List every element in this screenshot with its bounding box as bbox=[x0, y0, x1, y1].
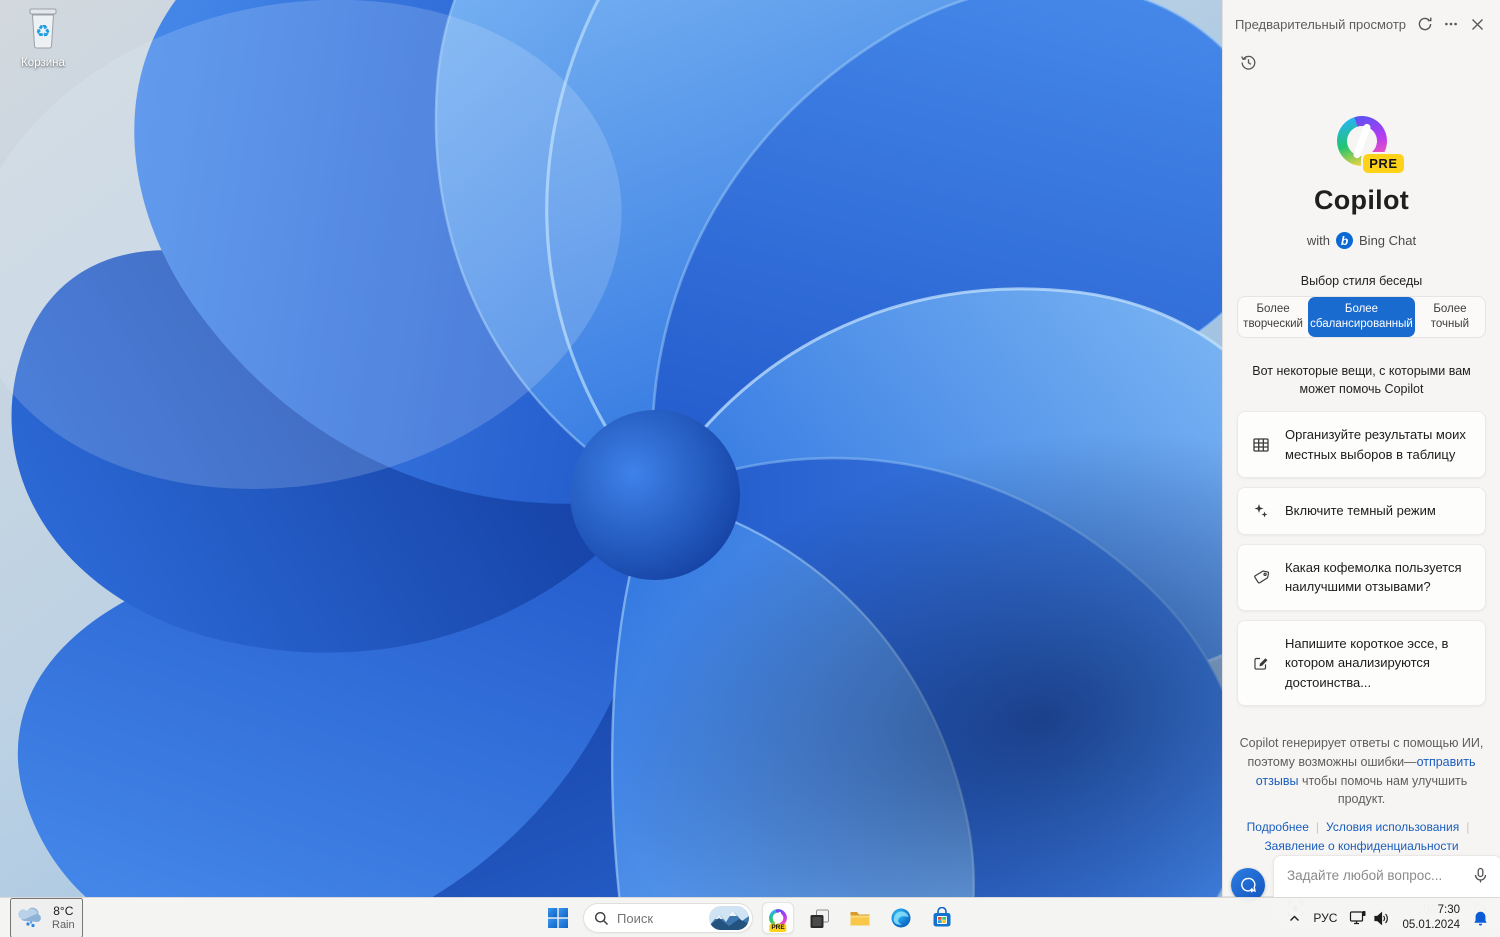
chat-plus-icon bbox=[1240, 877, 1256, 893]
disclaimer-line2: поэтому возможны ошибки— bbox=[1247, 754, 1417, 769]
copilot-brand: PRE Copilot with b Bing Chat bbox=[1223, 113, 1500, 249]
privacy-statement-link[interactable]: Заявление о конфиденциальности bbox=[1264, 839, 1458, 853]
network-volume-group[interactable] bbox=[1344, 902, 1395, 934]
disclaimer-line3: чтобы помочь нам улучшить продукт. bbox=[1301, 773, 1468, 807]
suggestion-text: Организуйте результаты моих местных выбо… bbox=[1285, 427, 1466, 462]
learn-more-link[interactable]: Подробнее bbox=[1247, 820, 1309, 834]
copilot-pre-badge: PRE bbox=[769, 923, 787, 932]
with-label: with bbox=[1306, 233, 1331, 248]
volume-icon bbox=[1374, 911, 1389, 925]
link-separator: | bbox=[1315, 820, 1320, 835]
search-placeholder: Поиск bbox=[617, 910, 654, 926]
table-icon bbox=[1253, 437, 1269, 452]
clock-widget[interactable]: 7:30 05.01.2024 bbox=[1397, 902, 1465, 934]
taskbar: 8°C Rain Поиск PRE РУС 7:30 05.01.2024 bbox=[0, 897, 1500, 937]
copilot-panel: Предварительный просмотр PRE Copilot wit… bbox=[1222, 0, 1500, 929]
sparkles-icon bbox=[1254, 503, 1268, 518]
suggestion-text: Напишите короткое эссе, в котором анализ… bbox=[1285, 635, 1449, 690]
with-bing-chat: with b Bing Chat bbox=[1223, 232, 1500, 249]
weather-text: 8°C Rain bbox=[52, 903, 75, 931]
weather-temp: 8°C bbox=[53, 903, 74, 918]
close-panel-button[interactable] bbox=[1464, 11, 1490, 37]
intro-text: Вот некоторые вещи, с которыми вам может… bbox=[1252, 363, 1471, 396]
taskbar-center: Поиск PRE bbox=[542, 898, 958, 937]
bing-chat-label: Bing Chat bbox=[1359, 233, 1417, 248]
recycle-bin-label: Корзина bbox=[21, 57, 65, 69]
footer-links: Подробнее | Условия использования | Заявлени… bbox=[1231, 818, 1492, 855]
taskbar-search[interactable]: Поиск bbox=[583, 903, 753, 933]
style-balanced-button[interactable]: Более сбалансированный bbox=[1308, 297, 1415, 337]
windows-start-icon bbox=[548, 908, 568, 928]
task-view-button[interactable] bbox=[803, 902, 835, 934]
microsoft-store-button[interactable] bbox=[926, 902, 958, 934]
time-label: 7:30 bbox=[1437, 904, 1460, 917]
suggestion-card-reviews[interactable]: Какая кофемолка пользуется наилучшими от… bbox=[1237, 543, 1486, 611]
weather-condition: Rain bbox=[52, 918, 75, 931]
suggestion-text: Включите темный режим bbox=[1285, 503, 1436, 519]
clock-text: 7:30 05.01.2024 bbox=[1402, 903, 1460, 933]
close-icon bbox=[1471, 18, 1483, 30]
style-precise-button[interactable]: Более точный bbox=[1415, 297, 1485, 337]
chat-input[interactable] bbox=[1287, 868, 1464, 884]
system-tray: РУС 7:30 05.01.2024 bbox=[1283, 898, 1494, 937]
history-row bbox=[1223, 37, 1500, 75]
panel-title: Предварительный просмотр bbox=[1235, 16, 1407, 32]
recycle-bin-icon: ♻ bbox=[29, 8, 57, 49]
copilot-title: Copilot bbox=[1313, 185, 1410, 215]
panel-header: Предварительный просмотр bbox=[1223, 0, 1500, 37]
suggestion-card-darkmode[interactable]: Включите темный режим bbox=[1237, 487, 1486, 535]
copilot-taskbar-button[interactable]: PRE bbox=[762, 902, 794, 934]
chat-history-button[interactable] bbox=[1235, 49, 1261, 75]
suggestion-text: Какая кофемолка пользуется наилучшими от… bbox=[1285, 559, 1462, 595]
bing-icon: b bbox=[1336, 232, 1354, 249]
suggestion-cards: Организуйте результаты моих местных выбо… bbox=[1237, 411, 1486, 707]
date-label: 05.01.2024 bbox=[1402, 919, 1460, 931]
more-icon bbox=[1445, 22, 1457, 26]
task-view-icon bbox=[810, 909, 829, 928]
style-section-title: Выбор стиля беседы bbox=[1300, 274, 1423, 288]
weather-rain-icon bbox=[18, 907, 41, 928]
more-options-button[interactable] bbox=[1438, 11, 1464, 37]
weather-widget[interactable]: 8°C Rain bbox=[10, 898, 83, 937]
start-button[interactable] bbox=[542, 902, 574, 934]
search-daily-image bbox=[709, 906, 749, 930]
disclaimer-line1: Copilot генерирует ответы с помощью ИИ, bbox=[1239, 736, 1484, 751]
recycle-bin[interactable]: ♻ Корзина bbox=[4, 6, 82, 69]
style-creative-button[interactable]: Более творческий bbox=[1238, 297, 1308, 337]
wallpaper-bloom bbox=[0, 0, 1222, 897]
chevron-up-icon bbox=[1290, 915, 1300, 921]
file-explorer-icon bbox=[850, 912, 870, 926]
refresh-button[interactable] bbox=[1412, 11, 1438, 37]
network-icon bbox=[1350, 911, 1366, 925]
search-icon bbox=[595, 911, 608, 925]
screen: ♻ Корзина Предварительный просмотр PRE C… bbox=[0, 0, 1500, 937]
microphone-icon bbox=[1474, 868, 1487, 883]
terms-of-use-link[interactable]: Условия использования bbox=[1326, 820, 1459, 834]
svg-text:♻: ♻ bbox=[35, 22, 50, 42]
compose-icon bbox=[1254, 657, 1268, 670]
language-indicator[interactable]: РУС bbox=[1308, 902, 1342, 934]
edge-icon bbox=[891, 908, 911, 928]
copilot-logo: PRE bbox=[1334, 113, 1406, 175]
refresh-icon bbox=[1418, 17, 1432, 31]
edge-browser-button[interactable] bbox=[885, 902, 917, 934]
pre-badge: PRE bbox=[1361, 152, 1406, 175]
microphone-button[interactable] bbox=[1472, 867, 1489, 884]
tray-overflow-button[interactable] bbox=[1283, 902, 1306, 934]
file-explorer-button[interactable] bbox=[844, 902, 876, 934]
store-icon bbox=[933, 907, 951, 927]
conversation-style-group: Более творческий Более сбалансированный … bbox=[1237, 296, 1486, 338]
suggestion-card-essay[interactable]: Напишите короткое эссе, в котором анализ… bbox=[1237, 619, 1486, 707]
suggestion-card-table[interactable]: Организуйте результаты моих местных выбо… bbox=[1237, 411, 1486, 479]
notification-bell-button[interactable] bbox=[1467, 902, 1494, 934]
notification-bell-icon bbox=[1474, 911, 1487, 925]
language-label: РУС bbox=[1313, 911, 1338, 925]
desktop: ♻ Корзина bbox=[0, 0, 1222, 897]
history-icon bbox=[1240, 55, 1255, 70]
ai-disclaimer: Copilot генерирует ответы с помощью ИИ, … bbox=[1239, 734, 1484, 809]
link-separator: | bbox=[1466, 820, 1470, 835]
tag-icon bbox=[1254, 570, 1270, 584]
